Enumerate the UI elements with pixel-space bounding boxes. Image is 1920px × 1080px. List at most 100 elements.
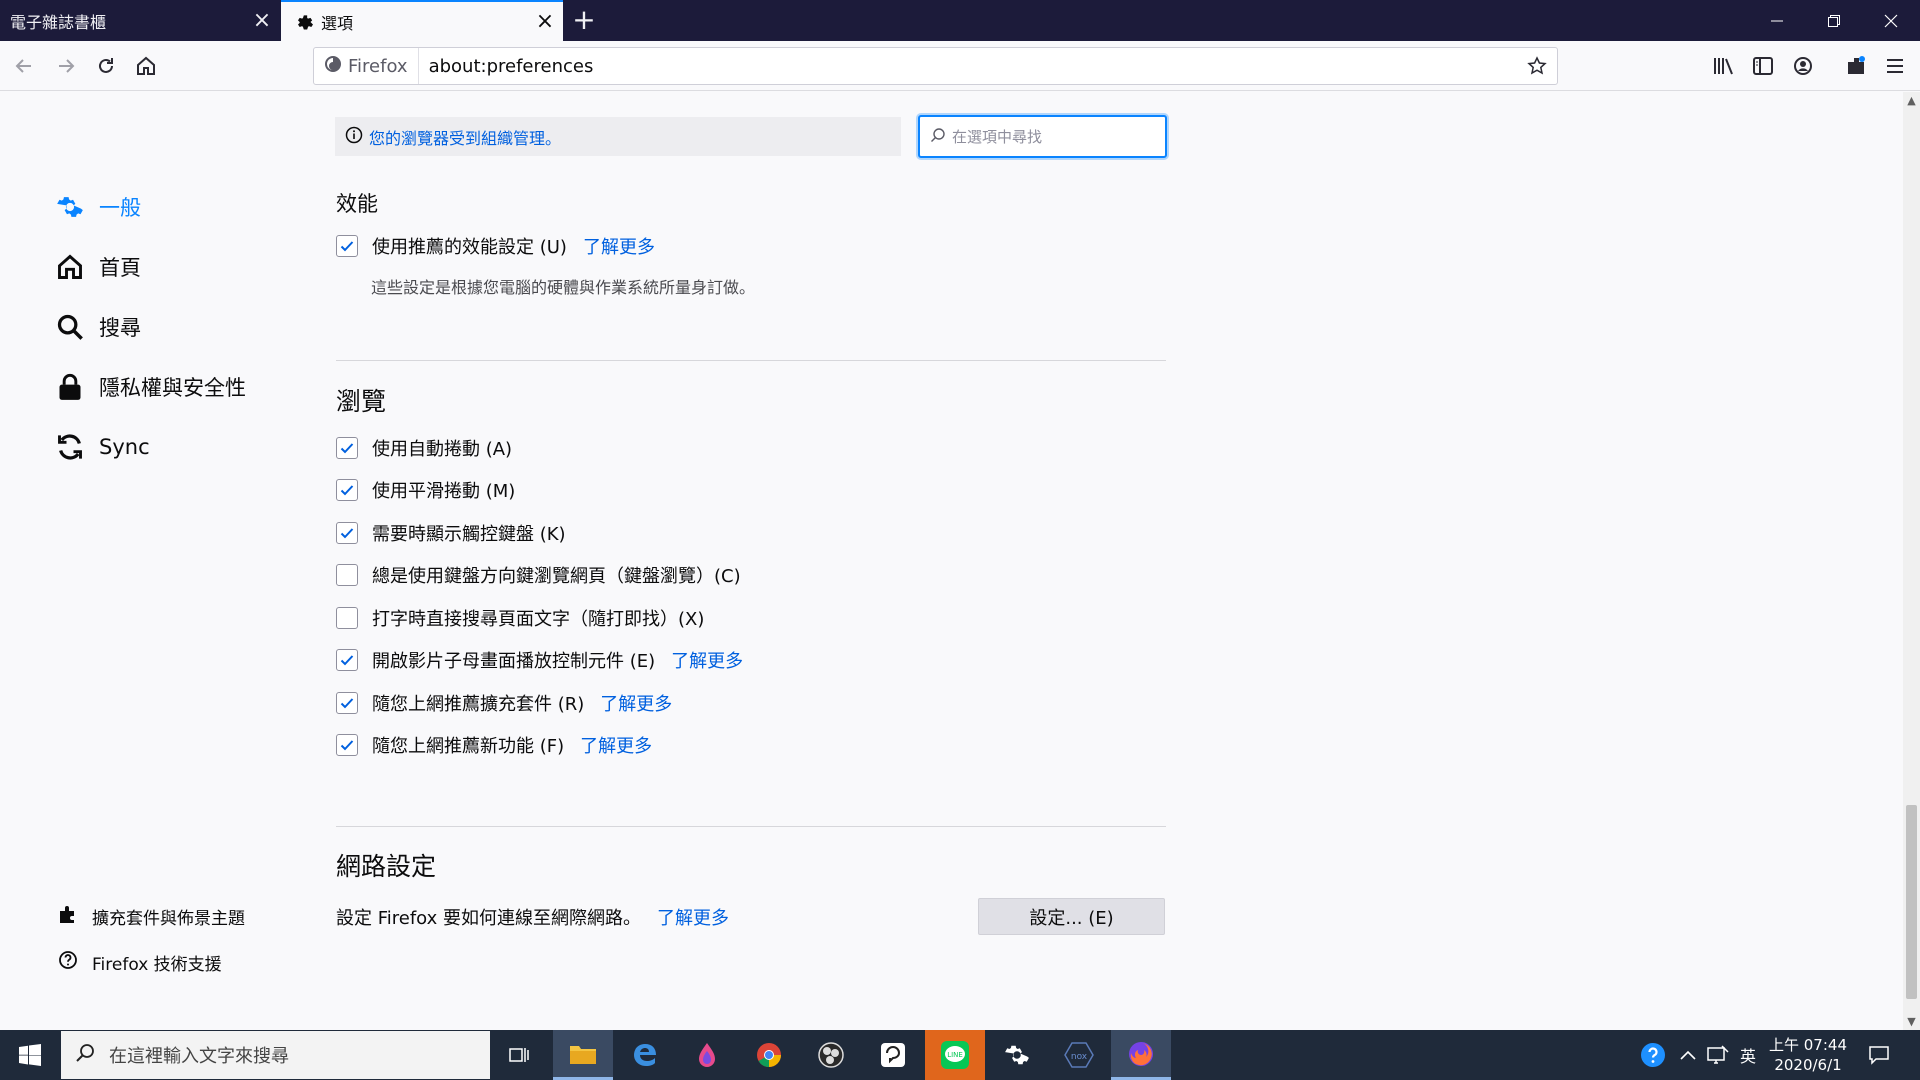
taskbar-search[interactable]: 在這裡輸入文字來搜尋 bbox=[61, 1031, 490, 1079]
new-tab-button[interactable]: + bbox=[568, 0, 600, 41]
clock-time: 上午 07:44 bbox=[1769, 1036, 1847, 1054]
option-autoscroll[interactable]: 使用自動捲動 (A) bbox=[336, 435, 512, 461]
sidebar-item-privacy[interactable]: 隱私權與安全性 bbox=[55, 372, 246, 402]
puzzle-icon bbox=[58, 904, 78, 929]
system-clock[interactable]: 上午 07:44 2020/6/1 bbox=[1760, 1035, 1856, 1075]
sidebar-item-search[interactable]: 搜尋 bbox=[55, 312, 141, 342]
bookmark-star-icon[interactable] bbox=[1517, 56, 1557, 76]
settings-gear-icon[interactable] bbox=[987, 1030, 1047, 1080]
learn-more-link[interactable]: 了解更多 bbox=[671, 647, 743, 673]
notifications-icon[interactable] bbox=[1868, 1030, 1890, 1080]
close-icon[interactable]: × bbox=[244, 0, 280, 41]
checkbox[interactable] bbox=[336, 734, 358, 756]
home-icon bbox=[55, 252, 85, 282]
learn-more-link[interactable]: 了解更多 bbox=[580, 732, 652, 758]
help-tray-icon[interactable] bbox=[1640, 1030, 1666, 1080]
network-heading: 網路設定 bbox=[336, 852, 437, 881]
scroll-down-arrow-icon[interactable]: ▼ bbox=[1903, 1013, 1920, 1030]
obs-icon[interactable] bbox=[801, 1030, 861, 1080]
nox-player-icon[interactable]: nox bbox=[1049, 1030, 1109, 1080]
close-window-button[interactable] bbox=[1863, 0, 1919, 41]
account-icon[interactable] bbox=[1785, 48, 1821, 84]
option-picture-in-picture[interactable]: 開啟影片子母畫面播放控制元件 (E) 了解更多 bbox=[336, 647, 743, 673]
search-icon bbox=[55, 312, 85, 342]
chat-app-icon[interactable] bbox=[863, 1030, 923, 1080]
gear-icon bbox=[55, 192, 85, 222]
sidebar-item-sync[interactable]: Sync bbox=[55, 432, 150, 462]
learn-more-link[interactable]: 了解更多 bbox=[583, 233, 655, 259]
preferences-search[interactable] bbox=[918, 115, 1167, 158]
support-label: Firefox 技術支援 bbox=[92, 955, 222, 975]
option-recommend-features[interactable]: 隨您上網推薦新功能 (F) 了解更多 bbox=[336, 732, 652, 758]
sidebar-item-label: Sync bbox=[99, 435, 150, 459]
library-icon[interactable] bbox=[1706, 48, 1742, 84]
sidebar-item-label: 搜尋 bbox=[99, 316, 141, 340]
url-text[interactable]: about:preferences bbox=[419, 56, 1517, 77]
task-view-icon[interactable] bbox=[490, 1030, 550, 1080]
divider bbox=[336, 826, 1166, 827]
back-button[interactable] bbox=[6, 48, 42, 84]
checkbox[interactable] bbox=[336, 607, 358, 629]
minimize-button[interactable] bbox=[1749, 0, 1805, 41]
sidebar-toggle-icon[interactable] bbox=[1745, 48, 1781, 84]
divider bbox=[336, 360, 1166, 361]
option-recommend-extensions[interactable]: 隨您上網推薦擴充套件 (R) 了解更多 bbox=[336, 690, 672, 716]
checkbox[interactable] bbox=[336, 564, 358, 586]
identity-box[interactable]: Firefox bbox=[314, 48, 419, 84]
reload-button[interactable] bbox=[88, 48, 124, 84]
forward-button[interactable] bbox=[48, 48, 84, 84]
chevron-up-icon[interactable] bbox=[1680, 1030, 1696, 1080]
network-tray-icon[interactable] bbox=[1707, 1030, 1729, 1080]
option-find-as-you-type[interactable]: 打字時直接搜尋頁面文字（隨打即找）(X) bbox=[336, 605, 704, 631]
tab-options[interactable]: 選項 × bbox=[281, 0, 563, 41]
sidebar-item-home[interactable]: 首頁 bbox=[55, 252, 141, 282]
edge-icon[interactable] bbox=[615, 1030, 675, 1080]
checkbox[interactable] bbox=[336, 437, 358, 459]
sidebar-item-label: 隱私權與安全性 bbox=[99, 376, 246, 400]
line-icon[interactable]: LINE bbox=[925, 1030, 985, 1080]
tab-label: 選項 bbox=[321, 13, 354, 33]
connection-settings-button[interactable]: 設定... (E) bbox=[978, 898, 1165, 935]
policies-notice[interactable]: 您的瀏覽器受到組織管理。 bbox=[335, 117, 901, 156]
scroll-thumb[interactable] bbox=[1906, 805, 1917, 999]
nav-toolbar: Firefox about:preferences bbox=[0, 41, 1920, 91]
checkbox[interactable] bbox=[336, 649, 358, 671]
chrome-icon[interactable] bbox=[739, 1030, 799, 1080]
page-scrollbar[interactable]: ▲ ▼ bbox=[1903, 92, 1920, 1030]
sidebar-item-addons[interactable]: 擴充套件與佈景主題 bbox=[58, 904, 245, 929]
home-button[interactable] bbox=[128, 48, 164, 84]
tab-ebook-shelf[interactable]: 電子雜誌書櫃 × bbox=[0, 0, 280, 41]
menu-icon[interactable] bbox=[1877, 48, 1913, 84]
close-icon[interactable]: × bbox=[527, 1, 563, 42]
search-input[interactable] bbox=[952, 127, 1152, 146]
sidebar-item-label: 首頁 bbox=[99, 256, 141, 280]
learn-more-link[interactable]: 了解更多 bbox=[657, 904, 729, 930]
option-label: 使用平滑捲動 (M) bbox=[372, 481, 516, 502]
restore-button[interactable] bbox=[1806, 0, 1862, 41]
windows-logo-icon bbox=[19, 1044, 41, 1066]
file-explorer-icon[interactable] bbox=[553, 1030, 613, 1080]
checkbox[interactable] bbox=[336, 522, 358, 544]
checkbox[interactable] bbox=[336, 479, 358, 501]
checkbox[interactable] bbox=[336, 692, 358, 714]
option-touch-keyboard[interactable]: 需要時顯示觸控鍵盤 (K) bbox=[336, 520, 566, 546]
ime-indicator[interactable]: 英 bbox=[1740, 1030, 1756, 1080]
network-row: 設定 Firefox 要如何連線至網際網路。 了解更多 bbox=[336, 904, 729, 930]
option-smooth-scroll[interactable]: 使用平滑捲動 (M) bbox=[336, 477, 515, 503]
scroll-up-arrow-icon[interactable]: ▲ bbox=[1903, 92, 1920, 109]
sidebar-item-support[interactable]: Firefox 技術支援 bbox=[58, 950, 222, 975]
option-label: 需要時顯示觸控鍵盤 (K) bbox=[372, 524, 566, 545]
search-icon bbox=[930, 127, 946, 147]
checkbox[interactable] bbox=[336, 235, 358, 257]
url-bar[interactable]: Firefox about:preferences bbox=[313, 47, 1558, 85]
sidebar-item-general[interactable]: 一般 bbox=[55, 192, 141, 222]
firefox-taskbar-icon[interactable] bbox=[1111, 1030, 1171, 1080]
start-button[interactable] bbox=[0, 1030, 60, 1080]
learn-more-link[interactable]: 了解更多 bbox=[600, 690, 672, 716]
extensions-icon[interactable] bbox=[1838, 48, 1874, 84]
paint-app-icon[interactable] bbox=[677, 1030, 737, 1080]
performance-heading: 效能 bbox=[336, 192, 378, 216]
recommended-performance-row[interactable]: 使用推薦的效能設定 (U) 了解更多 bbox=[336, 233, 655, 259]
tab-label: 電子雜誌書櫃 bbox=[10, 12, 107, 32]
option-caret-browsing[interactable]: 總是使用鍵盤方向鍵瀏覽網頁（鍵盤瀏覽）(C) bbox=[336, 562, 741, 588]
